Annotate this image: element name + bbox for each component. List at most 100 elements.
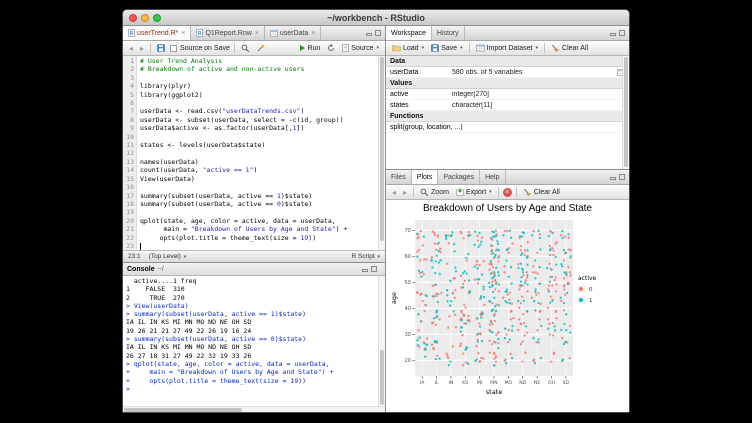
save-button[interactable]: [155, 42, 167, 54]
remove-plot-button[interactable]: ×: [503, 188, 512, 197]
minimize-pane-icon[interactable]: [366, 33, 372, 36]
rerun-button[interactable]: [325, 42, 337, 54]
close-tab-icon[interactable]: ×: [181, 30, 185, 37]
console-line: > summary(subset(userData, active == 0)$…: [126, 335, 382, 343]
maximize-pane-icon[interactable]: [619, 174, 625, 180]
source-on-save-checkbox[interactable]: [170, 45, 177, 52]
plots-tab-bar: FilesPlotsPackagesHelp: [386, 170, 629, 185]
maximize-window-button[interactable]: [153, 14, 161, 22]
svg-text:active: active: [578, 275, 597, 282]
code-tools-icon[interactable]: [255, 42, 267, 54]
source-on-save-label: Source on Save: [180, 45, 230, 52]
minimize-window-button[interactable]: [141, 14, 149, 22]
source-pane: RuserTrend.R*×RQ1Report.Rnw×userData× ◂ …: [123, 26, 385, 263]
code-line[interactable]: states <- levels(userData$state): [140, 141, 385, 149]
zoom-plot-button[interactable]: Zoom: [418, 186, 451, 198]
source-tab-userdata[interactable]: userData×: [265, 26, 322, 40]
code-line[interactable]: opts(plot.title = theme_text(size = 19)): [140, 234, 385, 242]
editor-vertical-scrollbar[interactable]: [378, 56, 385, 250]
code-area[interactable]: # User Trend Analysis# Breakdown of acti…: [137, 56, 385, 250]
export-plot-button[interactable]: Export▾: [454, 186, 494, 198]
code-line[interactable]: [140, 74, 385, 82]
code-line[interactable]: library(ggplot2): [140, 91, 385, 99]
workspace-object-split-group-location[interactable]: split(group, location, ...): [386, 122, 629, 133]
code-line[interactable]: qplot(state, age, color = active, data =…: [140, 217, 385, 225]
line-number: 23: [123, 242, 134, 250]
code-line[interactable]: # Breakdown of active and non-active use…: [140, 65, 385, 73]
code-line[interactable]: main = "Breakdown of Users by Age and St…: [140, 225, 385, 233]
code-line[interactable]: [140, 242, 385, 250]
workspace-object-active[interactable]: activeinteger[270]: [386, 89, 629, 100]
console-line: IA IL IN KS MI MN MO ND NE OH SD: [126, 318, 382, 326]
console-working-directory[interactable]: ~/: [158, 266, 164, 273]
load-workspace-button[interactable]: Load▾: [390, 42, 426, 54]
console-horizontal-scrollbar[interactable]: [123, 406, 385, 413]
code-line[interactable]: userData$active <- as.factor(userData[,1…: [140, 124, 385, 132]
window-titlebar[interactable]: ~/workbench - RStudio: [123, 10, 629, 26]
workspace-vertical-scrollbar[interactable]: [622, 56, 629, 169]
source-tab-usertrend-r[interactable]: RuserTrend.R*×: [123, 26, 191, 40]
maximize-pane-icon[interactable]: [375, 30, 381, 36]
workspace-object-userdata[interactable]: userData580 obs. of 5 variables: [386, 67, 629, 78]
code-line[interactable]: summary(subset(userData, active == 0)$st…: [140, 200, 385, 208]
next-plot-button[interactable]: ▸: [401, 186, 409, 198]
clear-workspace-button[interactable]: Clear All: [549, 42, 590, 54]
minimize-pane-icon[interactable]: [610, 177, 616, 180]
import-dataset-button[interactable]: Import Dataset▾: [474, 42, 540, 54]
minimize-pane-icon[interactable]: [610, 33, 616, 36]
maximize-pane-icon[interactable]: [371, 266, 377, 272]
plots-pane-controls: [606, 170, 629, 184]
plots-tab-files[interactable]: Files: [386, 170, 412, 184]
svg-text:30: 30: [404, 332, 410, 338]
code-line[interactable]: [140, 133, 385, 141]
workspace-tab-workspace[interactable]: Workspace: [386, 26, 432, 40]
close-tab-icon[interactable]: ×: [311, 30, 315, 37]
code-line[interactable]: # User Trend Analysis: [140, 57, 385, 65]
previous-plot-button[interactable]: ◂: [390, 186, 398, 198]
close-window-button[interactable]: [129, 14, 137, 22]
find-replace-icon[interactable]: [239, 42, 252, 54]
plots-tab-packages[interactable]: Packages: [438, 170, 480, 184]
minimize-pane-icon[interactable]: [362, 269, 368, 272]
code-line[interactable]: count(userData, "active == 1"): [140, 166, 385, 174]
nav-forward-button[interactable]: ▸: [138, 42, 146, 54]
code-line[interactable]: names(userData): [140, 158, 385, 166]
code-line[interactable]: userData <- subset(userData, select = -c…: [140, 116, 385, 124]
source-tab-q1report-rnw[interactable]: RQ1Report.Rnw×: [191, 26, 264, 40]
maximize-pane-icon[interactable]: [619, 30, 625, 36]
plot-canvas: 203040506070IAILINKSMIMNMONDNEOHSDstatea…: [389, 216, 627, 400]
save-workspace-button[interactable]: Save▾: [429, 42, 464, 54]
svg-text:70: 70: [404, 228, 410, 234]
svg-text:50: 50: [404, 280, 410, 286]
svg-text:IA: IA: [419, 380, 424, 386]
scope-indicator[interactable]: (Top Level) ▾: [149, 253, 186, 260]
plots-tab-plots[interactable]: Plots: [412, 170, 439, 184]
console-output[interactable]: active....1 freq1 FALSE 3102 TRUE 270> V…: [123, 276, 385, 406]
code-line[interactable]: [140, 208, 385, 216]
left-column: RuserTrend.R*×RQ1Report.Rnw×userData× ◂ …: [123, 26, 386, 413]
code-line[interactable]: [140, 183, 385, 191]
code-editor[interactable]: 1234567891011121314151617181920212223 # …: [123, 56, 385, 250]
code-line[interactable]: library(plyr): [140, 82, 385, 90]
workspace-pane: WorkspaceHistory Load▾ Save▾ Import Data…: [386, 26, 629, 170]
source-button[interactable]: Source▾: [340, 42, 381, 54]
run-button[interactable]: Run: [298, 42, 322, 54]
workspace-section-functions: Functions: [386, 111, 629, 122]
clear-all-plots-button[interactable]: Clear All: [521, 186, 562, 198]
workspace-object-states[interactable]: statescharacter[11]: [386, 100, 629, 111]
code-line[interactable]: [140, 99, 385, 107]
line-number: 5: [123, 91, 134, 99]
line-number-gutter: 1234567891011121314151617181920212223: [123, 56, 137, 250]
code-line[interactable]: summary(subset(userData, active == 1)$st…: [140, 192, 385, 200]
dropdown-icon: ▾: [422, 45, 425, 51]
code-line[interactable]: View(userData): [140, 175, 385, 183]
nav-back-button[interactable]: ◂: [127, 42, 135, 54]
close-tab-icon[interactable]: ×: [255, 30, 259, 37]
workspace-tab-history[interactable]: History: [432, 26, 465, 40]
console-vertical-scrollbar[interactable]: [378, 276, 385, 406]
document-type-selector[interactable]: R Script ▾: [352, 253, 380, 260]
code-line[interactable]: [140, 149, 385, 157]
plots-tab-help[interactable]: Help: [480, 170, 505, 184]
open-folder-icon: [392, 44, 401, 52]
code-line[interactable]: userData <- read.csv("userDataTrends.csv…: [140, 107, 385, 115]
